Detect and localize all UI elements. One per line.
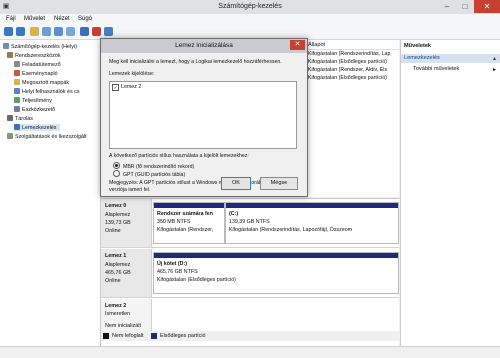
ok-button[interactable]: OK bbox=[221, 177, 251, 190]
disk-size: 465,76 GB bbox=[105, 270, 131, 276]
tools-icon bbox=[7, 52, 13, 58]
maximize-button[interactable]: □ bbox=[456, 0, 474, 13]
performance-icon bbox=[14, 97, 20, 103]
dialog-close-button[interactable]: ✕ bbox=[290, 40, 305, 50]
check-icon[interactable] bbox=[104, 27, 113, 36]
menu-bar: Fájl Művelet Nézet Súgó bbox=[0, 14, 500, 25]
tree-item-disk-management[interactable]: Lemezkezelés bbox=[14, 124, 61, 131]
disk-name: Lemez 1 bbox=[105, 253, 127, 259]
tree-item-event-viewer[interactable]: Eseménynapló bbox=[14, 70, 58, 77]
partition-bar bbox=[154, 203, 224, 208]
services-icon bbox=[7, 133, 13, 139]
menu-help[interactable]: Súgó bbox=[78, 16, 92, 22]
mbr-radio[interactable] bbox=[113, 162, 120, 169]
actions-section-disk-management[interactable]: Lemezkezelés bbox=[401, 54, 500, 63]
disk-label: Lemez 0 Alaplemez 139,73 GB Online bbox=[101, 199, 152, 247]
event-icon bbox=[14, 70, 20, 76]
disk-size: 139,73 GB bbox=[105, 220, 131, 226]
menu-view[interactable]: Nézet bbox=[54, 16, 70, 22]
actions-more[interactable]: További műveletek bbox=[401, 65, 500, 74]
disk-row[interactable]: Lemez 0 Alaplemez 139,73 GB Online Rends… bbox=[101, 199, 399, 248]
status-column-header[interactable]: Állapot bbox=[308, 42, 325, 48]
close-button[interactable]: ✕ bbox=[474, 0, 500, 13]
forward-icon[interactable] bbox=[16, 27, 25, 36]
disk-name: Lemez 2 bbox=[105, 303, 127, 309]
shared-folder-icon bbox=[14, 79, 20, 85]
device-icon bbox=[14, 106, 20, 112]
list-item[interactable]: ✓ Lemez 2 bbox=[112, 84, 141, 91]
users-icon bbox=[14, 88, 20, 94]
dialog-style-label: A következő partíciós stílus használata … bbox=[109, 153, 249, 159]
disk-icon[interactable] bbox=[80, 27, 89, 36]
actions-header: Műveletek bbox=[401, 42, 500, 51]
legend-unallocated: Nem lefoglalt bbox=[112, 333, 144, 339]
menu-action[interactable]: Művelet bbox=[24, 16, 45, 22]
disk-type: Ismeretlen bbox=[105, 311, 131, 317]
storage-icon bbox=[7, 115, 13, 121]
disk-label: Lemez 1 Alaplemez 465,76 GB Online bbox=[101, 249, 152, 297]
actions-pane: Műveletek Lemezkezelés ▲ További művelet… bbox=[400, 40, 500, 346]
disk-listbox[interactable]: ✓ Lemez 2 bbox=[109, 81, 297, 149]
disk-row[interactable]: Lemez 1 Alaplemez 465,76 GB Online Új kö… bbox=[101, 249, 399, 298]
legend-primary: Elsődleges partíció bbox=[160, 333, 206, 339]
tree-item-performance[interactable]: Teljesítmény bbox=[14, 97, 52, 104]
navigation-tree: Számítógép-kezelés (Helyi) Rendszereszkö… bbox=[0, 40, 101, 346]
app-icon: ▣ bbox=[2, 3, 10, 10]
partition-d[interactable]: Új kötet (D:) 465,76 GB NTFS Kifogástala… bbox=[153, 252, 399, 294]
tree-item-task-scheduler[interactable]: Feladatütemező bbox=[14, 61, 61, 68]
folder-icon[interactable] bbox=[30, 27, 39, 36]
dialog-note-2: verziója ismeri fel. bbox=[109, 187, 151, 193]
disk-name: Lemez 0 bbox=[105, 203, 127, 209]
clock-icon bbox=[14, 61, 20, 67]
primary-swatch bbox=[151, 333, 157, 339]
dialog-select-label: Lemezek kijelölése: bbox=[109, 71, 155, 77]
disk-state: Nem inicializált bbox=[105, 323, 141, 329]
properties-icon[interactable] bbox=[42, 27, 51, 36]
partition-system-reserved[interactable]: Rendszer számára fen 350 MB NTFS Kifogás… bbox=[153, 202, 225, 244]
back-icon[interactable] bbox=[4, 27, 13, 36]
menu-file[interactable]: Fájl bbox=[6, 16, 16, 22]
disk-label: Lemez 2 Ismeretlen Nem inicializált bbox=[101, 299, 152, 331]
disk-state: Online bbox=[105, 278, 121, 284]
tree-item-device-manager[interactable]: Eszközkezelő bbox=[14, 106, 55, 113]
disk-row[interactable]: Lemez 2 Ismeretlen Nem inicializált bbox=[101, 299, 399, 331]
tree-item-services[interactable]: Szolgáltatások és lkezszolgált bbox=[7, 133, 87, 140]
mbr-option[interactable]: MBR (fő rendszerindító rekord) bbox=[113, 162, 194, 170]
partition-bar bbox=[226, 203, 398, 208]
partition-c[interactable]: (C:) 139,39 GB NTFS Kifogástalan (Rendsz… bbox=[225, 202, 399, 244]
help-icon[interactable] bbox=[54, 27, 63, 36]
unallocated-swatch bbox=[103, 333, 109, 339]
collapse-icon[interactable]: ▲ bbox=[492, 56, 497, 62]
disk-state: Online bbox=[105, 228, 121, 234]
initialize-disk-dialog: Lemez inicializálása ✕ Meg kell iniciali… bbox=[100, 38, 308, 197]
disk-pane: Lemez 0 Alaplemez 139,73 GB Online Rends… bbox=[101, 198, 399, 347]
delete-icon[interactable] bbox=[92, 27, 101, 36]
disk-type: Alaplemez bbox=[105, 212, 131, 218]
window-titlebar: Számítógép-kezelés ▣ – □ ✕ bbox=[0, 0, 500, 15]
minimize-button[interactable]: – bbox=[438, 0, 456, 13]
window-icon[interactable] bbox=[66, 27, 75, 36]
dialog-title: Lemez inicializálása bbox=[175, 42, 233, 49]
dialog-intro: Meg kell inicializálni a lemezt, hogy a … bbox=[109, 59, 282, 65]
disk-checkbox[interactable]: ✓ bbox=[112, 84, 119, 91]
status-bar bbox=[0, 346, 500, 358]
disk-management-icon bbox=[14, 124, 20, 130]
cancel-button[interactable]: Mégse bbox=[260, 177, 298, 190]
tree-item-local-users[interactable]: Helyi felhasználók és cs bbox=[14, 88, 80, 95]
tree-item-root[interactable]: Számítógép-kezelés (Helyi) bbox=[3, 43, 77, 50]
tree-item-system-tools[interactable]: Rendszereszközök bbox=[7, 52, 61, 59]
dialog-titlebar: Lemez inicializálása ✕ bbox=[101, 39, 307, 53]
submenu-arrow-icon: ► bbox=[492, 67, 497, 73]
legend: Nem lefoglalt Elsődleges partíció bbox=[101, 331, 399, 341]
tree-item-shared-folders[interactable]: Megosztott mappák bbox=[14, 79, 69, 86]
computer-icon bbox=[3, 43, 9, 49]
disk-type: Alaplemez bbox=[105, 262, 131, 268]
partition-bar bbox=[154, 253, 398, 258]
window-title: Számítógép-kezelés bbox=[218, 3, 282, 10]
tree-item-storage[interactable]: Tárolás bbox=[7, 115, 33, 122]
